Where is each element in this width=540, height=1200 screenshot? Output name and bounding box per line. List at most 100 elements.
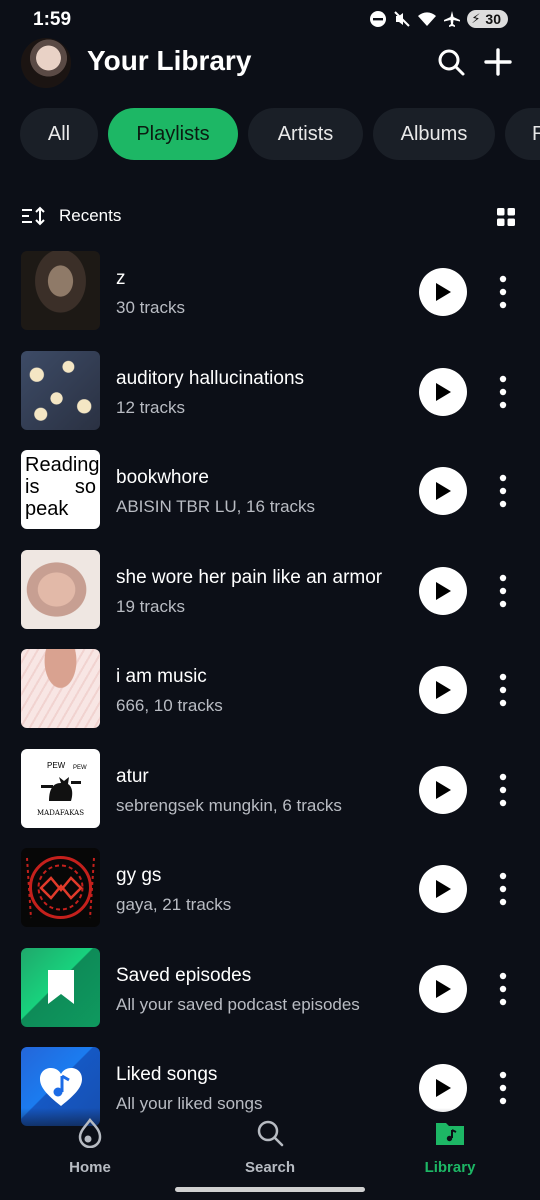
playlist-cover (21, 947, 100, 1027)
cover-artwork (26, 856, 95, 919)
playlist-title: bookwhore (116, 467, 209, 488)
cover-text: peak (25, 498, 69, 520)
chip-albums[interactable]: Albums (373, 108, 495, 160)
play-icon (436, 979, 451, 998)
playlist-title: i am music (116, 666, 207, 687)
play-icon (436, 681, 451, 699)
playlist-title: gy gs (116, 865, 162, 886)
list-item[interactable]: she wore her pain like an armor 19 track… (0, 549, 540, 649)
playlist-subtitle: 12 tracks (116, 397, 185, 417)
bookmark-icon (47, 970, 74, 1004)
list-item[interactable]: Reading is so peak bookwhore ABISIN TBR L… (0, 449, 540, 549)
play-icon (436, 581, 451, 600)
home-icon (78, 1117, 102, 1149)
status-bar: 1:59 ⚡ 30 (0, 0, 540, 40)
play-icon (436, 283, 451, 301)
mute-icon (394, 11, 411, 27)
cover-text: so (74, 476, 96, 498)
play-icon (436, 1079, 451, 1097)
nav-library[interactable]: Library (390, 1118, 510, 1176)
filter-chips: All Playlists Artists Albums R (0, 108, 540, 160)
playlist-cover: PEW PEW MADAFAKAS (21, 748, 100, 828)
more-options-icon[interactable] (493, 374, 513, 410)
play-button[interactable] (419, 367, 467, 416)
play-icon (436, 780, 451, 799)
sort-label[interactable]: Recents (59, 206, 121, 226)
more-options-icon[interactable] (493, 473, 513, 509)
nav-home[interactable]: Home (30, 1117, 150, 1176)
wifi-icon (418, 12, 437, 26)
search-icon[interactable] (435, 46, 467, 78)
playlist-title: atur (116, 765, 149, 787)
list-item[interactable]: Saved episodes All your saved podcast ep… (0, 947, 540, 1047)
play-button[interactable] (419, 467, 467, 515)
gesture-bar[interactable] (175, 1187, 365, 1192)
playlist-subtitle: All your saved podcast episodes (116, 994, 360, 1014)
play-button[interactable] (419, 666, 467, 714)
grid-view-icon[interactable] (497, 208, 515, 226)
more-options-icon[interactable] (493, 772, 513, 808)
cover-text: PEW (47, 760, 66, 770)
more-options-icon[interactable] (493, 274, 513, 310)
play-button[interactable] (419, 964, 467, 1013)
play-button[interactable] (419, 765, 467, 814)
playlist-title: Saved episodes (116, 964, 252, 986)
list-item[interactable]: gy gs gaya, 21 tracks (0, 847, 540, 947)
status-icons: ⚡ 30 (369, 10, 508, 28)
playlist-title: auditory hallucinations (116, 367, 305, 389)
playlist-title: she wore her pain like an armor (116, 566, 383, 588)
play-icon (436, 482, 451, 500)
heart-icon (39, 1067, 82, 1106)
chip-all[interactable]: All (20, 108, 98, 160)
dnd-icon (370, 11, 387, 27)
more-options-icon[interactable] (493, 971, 513, 1007)
profile-avatar[interactable] (21, 38, 71, 88)
playlist-subtitle: gaya, 21 tracks (116, 895, 232, 914)
playlist-cover (21, 549, 100, 629)
playlist-title: z (116, 268, 126, 289)
chip-partial[interactable]: R (505, 108, 540, 160)
playlist-subtitle: sebrengsek mungkin, 6 tracks (116, 795, 342, 815)
add-icon[interactable] (482, 46, 514, 78)
sort-icon[interactable] (22, 206, 48, 226)
play-button[interactable] (419, 566, 467, 615)
sort-row: Recents (0, 198, 540, 234)
battery-indicator: ⚡ 30 (467, 10, 508, 28)
playlist-subtitle: ABISIN TBR LU, 16 tracks (116, 497, 316, 516)
playlist-subtitle: 666, 10 tracks (116, 696, 223, 715)
airplane-icon (444, 11, 461, 27)
chip-artists[interactable]: Artists (248, 108, 363, 160)
list-item[interactable]: i am music 666, 10 tracks (0, 648, 540, 748)
play-button[interactable] (419, 268, 467, 316)
more-options-icon[interactable] (493, 573, 513, 609)
page-title: Your Library (87, 45, 252, 76)
nav-library-label: Library (424, 1159, 476, 1176)
playlist-cover (21, 350, 100, 430)
more-options-icon[interactable] (493, 672, 513, 708)
cover-text-line: is so (25, 476, 96, 498)
chip-playlists[interactable]: Playlists (108, 108, 238, 160)
cover-text: is (25, 476, 40, 498)
play-icon (436, 880, 451, 898)
playlist-cover: Reading is so peak (21, 450, 100, 529)
playlist-title: Liked songs (116, 1064, 218, 1085)
status-time: 1:59 (33, 9, 72, 30)
search-icon (257, 1120, 284, 1147)
nav-search[interactable]: Search (210, 1118, 330, 1176)
list-item[interactable]: z 30 tracks (0, 250, 540, 350)
more-options-icon[interactable] (493, 1070, 513, 1106)
list-item[interactable]: PEW PEW MADAFAKAS atur sebrengsek mungki… (0, 748, 540, 848)
play-button[interactable] (419, 1064, 467, 1112)
play-button[interactable] (419, 865, 467, 913)
list-item[interactable]: auditory hallucinations 12 tracks (0, 350, 540, 450)
library-icon (436, 1123, 464, 1145)
playlist-subtitle: 19 tracks (116, 596, 185, 616)
library-header: Your Library (0, 36, 540, 90)
battery-level: 30 (485, 11, 501, 27)
cover-text: Reading (25, 454, 100, 476)
playlist-cover (21, 251, 100, 330)
charging-icon: ⚡ (471, 11, 481, 26)
more-options-icon[interactable] (493, 871, 513, 907)
playlist-cover (21, 649, 100, 728)
playlist-subtitle: 30 tracks (116, 298, 185, 317)
